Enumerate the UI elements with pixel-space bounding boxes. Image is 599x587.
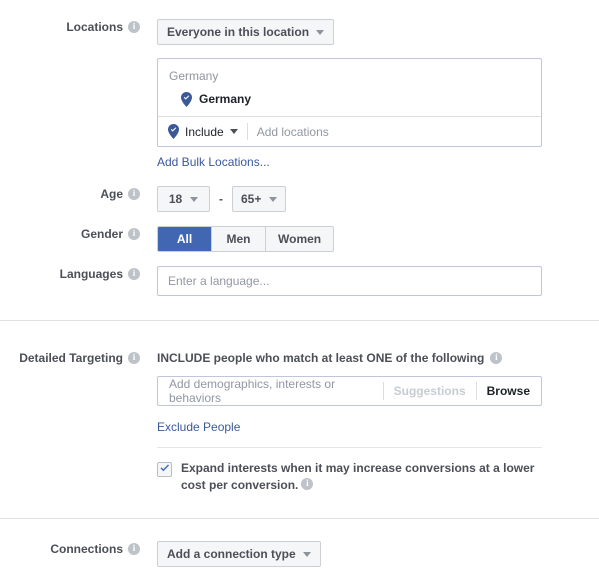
audience-targeting-form: Locations Everyone in this location Germ… (0, 0, 599, 587)
browse-button[interactable]: Browse (487, 384, 530, 398)
chevron-down-icon (316, 29, 325, 35)
connections-label-col: Connections (0, 541, 140, 557)
gender-option-all[interactable]: All (158, 227, 212, 251)
detailed-targeting-headline-wrap: INCLUDE people who match at least ONE of… (157, 350, 599, 366)
locations-input-row: Include Add locations (158, 117, 541, 146)
age-max-value: 65+ (241, 192, 262, 206)
chevron-down-icon (190, 196, 199, 202)
audience-type-dropdown[interactable]: Everyone in this location (157, 19, 335, 45)
detailed-targeting-label-col: Detailed Targeting (0, 350, 140, 366)
exclude-people-link[interactable]: Exclude People (157, 420, 240, 434)
expand-interests-label: Expand interests when it may increase co… (181, 460, 542, 494)
expand-interests-checkbox[interactable] (157, 462, 172, 477)
locations-group: Germany Germany (158, 59, 541, 116)
audience-type-value: Everyone in this location (167, 25, 310, 39)
connections-label: Connections (50, 542, 123, 556)
languages-placeholder: Enter a language... (168, 274, 270, 288)
age-field-col: 18 - 65+ (140, 186, 599, 212)
info-icon[interactable] (128, 351, 140, 364)
locations-box-row: Germany Germany Include Add locations Ad… (0, 58, 599, 169)
gender-option-women[interactable]: Women (266, 227, 334, 251)
age-range-separator: - (219, 192, 223, 206)
section-divider (0, 518, 599, 519)
expand-interests-row: Expand interests when it may increase co… (157, 460, 542, 494)
map-pin-icon (181, 92, 192, 107)
languages-label: Languages (59, 267, 123, 281)
info-icon[interactable] (490, 351, 503, 364)
info-icon[interactable] (128, 542, 140, 555)
chevron-down-icon (302, 551, 311, 557)
include-dropdown-value: Include (185, 124, 224, 139)
suggestions-button[interactable]: Suggestions (394, 384, 466, 398)
add-connection-type-dropdown[interactable]: Add a connection type (157, 541, 321, 567)
age-label-col: Age (0, 186, 140, 202)
detailed-targeting-row: Detailed Targeting INCLUDE people who ma… (0, 350, 599, 494)
gender-field-col: All Men Women (140, 226, 599, 252)
gender-row: Gender All Men Women (0, 226, 599, 252)
detailed-targeting-field-col: INCLUDE people who match at least ONE of… (140, 350, 599, 494)
divider (246, 123, 248, 140)
gender-option-men[interactable]: Men (212, 227, 266, 251)
divider (475, 382, 477, 400)
location-list-item[interactable]: Germany (169, 91, 530, 108)
info-icon[interactable] (128, 20, 140, 33)
age-label: Age (100, 187, 123, 201)
info-icon[interactable] (301, 477, 314, 490)
locations-label: Locations (66, 20, 123, 34)
languages-label-col: Languages (0, 266, 140, 282)
gender-label-col: Gender (0, 226, 140, 242)
info-icon[interactable] (128, 267, 140, 280)
age-row: Age 18 - 65+ (0, 186, 599, 212)
detailed-targeting-label: Detailed Targeting (19, 351, 123, 365)
connections-field-col: Add a connection type (140, 541, 599, 567)
locations-box-col: Germany Germany Include Add locations Ad… (140, 58, 599, 169)
age-max-dropdown[interactable]: 65+ (232, 186, 287, 212)
divider (382, 382, 384, 400)
location-name: Germany (199, 92, 252, 106)
gender-label: Gender (80, 227, 123, 241)
chevron-down-icon (229, 129, 238, 134)
languages-input[interactable]: Enter a language... (157, 266, 542, 296)
detailed-targeting-headline: INCLUDE people who match at least ONE of… (157, 351, 485, 365)
locations-field-col: Everyone in this location (140, 19, 599, 45)
languages-row: Languages Enter a language... (0, 266, 599, 296)
divider (157, 447, 542, 448)
info-icon[interactable] (128, 227, 140, 240)
connections-row: Connections Add a connection type (0, 541, 599, 567)
languages-field-col: Enter a language... (140, 266, 599, 296)
map-pin-icon (168, 124, 179, 139)
detailed-targeting-input-row: Add demographics, interests or behaviors… (157, 376, 542, 406)
gender-segmented-control: All Men Women (157, 226, 335, 252)
add-connection-type-value: Add a connection type (167, 547, 296, 561)
info-icon[interactable] (128, 187, 140, 200)
locations-label-col: Locations (0, 19, 140, 35)
locations-group-heading: Germany (169, 69, 219, 83)
include-exclude-dropdown[interactable]: Include (168, 124, 238, 139)
add-locations-input[interactable]: Add locations (257, 125, 531, 139)
section-divider (0, 320, 599, 321)
age-min-dropdown[interactable]: 18 (157, 186, 210, 212)
chevron-down-icon (269, 196, 278, 202)
age-min-value: 18 (168, 192, 183, 206)
detailed-targeting-input[interactable]: Add demographics, interests or behaviors (169, 377, 373, 405)
age-range-control: 18 - 65+ (157, 186, 599, 212)
selected-locations-box: Germany Germany Include Add locations (157, 58, 542, 147)
add-bulk-locations-link[interactable]: Add Bulk Locations... (157, 155, 270, 169)
locations-row: Locations Everyone in this location (0, 19, 599, 45)
expand-interests-text: Expand interests when it may increase co… (181, 461, 535, 492)
